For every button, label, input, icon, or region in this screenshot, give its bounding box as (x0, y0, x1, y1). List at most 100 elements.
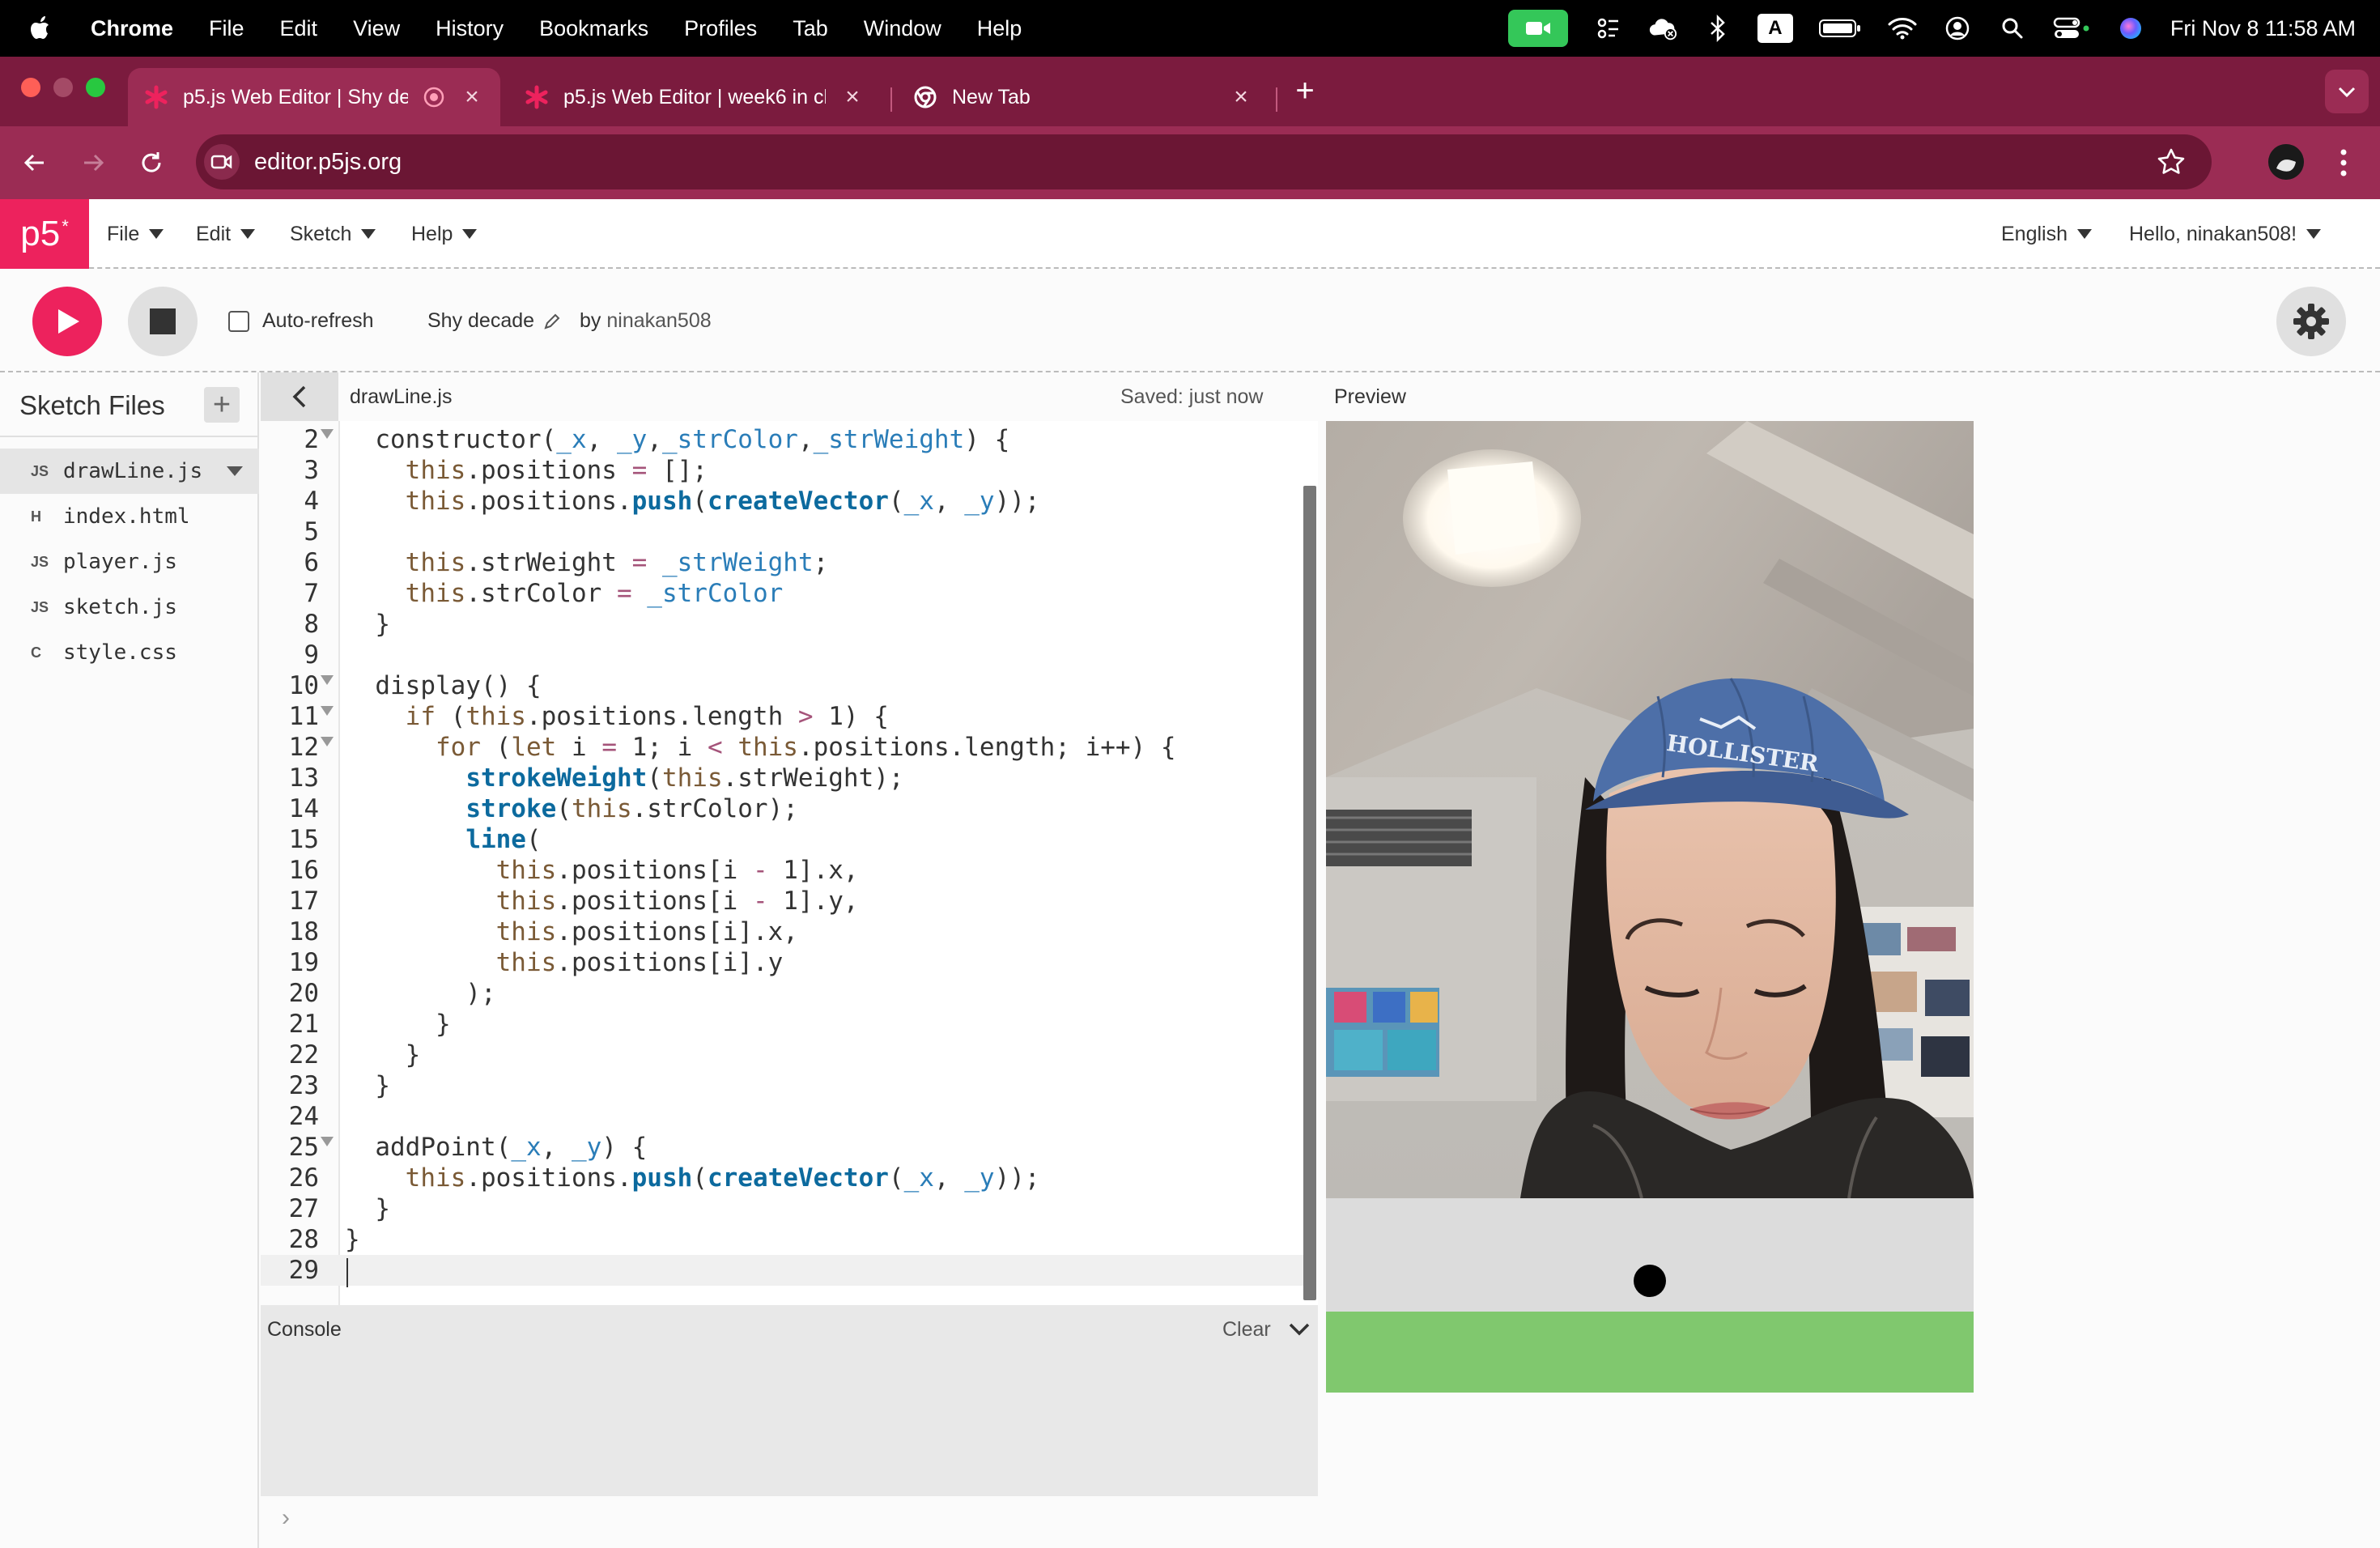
menu-app-chrome[interactable]: Chrome (73, 16, 191, 41)
new-tab-plus-icon[interactable]: + (1286, 71, 1324, 110)
file-item-drawline[interactable]: JS drawLine.js (0, 449, 259, 494)
code-editor[interactable]: 2 constructor(_x, _y,_strColor,_strWeigh… (261, 421, 1318, 1305)
control-icon[interactable] (1592, 13, 1623, 44)
tab-close-icon[interactable]: × (1229, 83, 1253, 110)
file-item-style[interactable]: C style.css (0, 630, 259, 675)
menu-history[interactable]: History (418, 16, 521, 41)
reload-button[interactable] (133, 144, 170, 181)
code-line[interactable]: 28} (261, 1224, 1305, 1255)
code-line[interactable]: 26 this.positions.push(createVector(_x, … (261, 1163, 1305, 1193)
spotlight-icon[interactable] (1997, 13, 2028, 44)
tab-close-icon[interactable]: × (460, 83, 484, 110)
fold-arrow-icon[interactable] (321, 429, 334, 439)
chrome-menu-icon[interactable] (2331, 144, 2356, 181)
sketch-menu[interactable]: Sketch (290, 199, 376, 269)
wifi-icon[interactable] (1887, 13, 1918, 44)
code-line[interactable]: 6 this.strWeight = _strWeight; (261, 547, 1305, 578)
chevron-down-icon[interactable] (1287, 1316, 1311, 1341)
account-menu[interactable]: Hello, ninakan508! (2129, 199, 2322, 269)
collapse-sidebar-button[interactable] (261, 372, 338, 421)
fold-arrow-icon[interactable] (321, 737, 334, 746)
menu-window[interactable]: Window (846, 16, 959, 41)
stop-button[interactable] (128, 287, 198, 356)
url-text[interactable]: editor.p5js.org (254, 149, 402, 176)
code-line[interactable]: 9 (261, 640, 1305, 670)
code-line[interactable]: 8 } (261, 609, 1305, 640)
forward-button[interactable] (74, 144, 112, 181)
console-input[interactable]: › (261, 1496, 1318, 1548)
code-line[interactable]: 2 constructor(_x, _y,_strColor,_strWeigh… (261, 424, 1305, 455)
window-zoom-button[interactable] (86, 78, 105, 97)
profile-avatar[interactable] (2268, 144, 2304, 180)
menu-profiles[interactable]: Profiles (666, 16, 775, 41)
code-line[interactable]: 24 (261, 1101, 1305, 1132)
camera-permission-icon[interactable] (204, 144, 240, 180)
menu-help[interactable]: Help (959, 16, 1040, 41)
file-menu[interactable]: File (107, 199, 164, 269)
file-item-player[interactable]: JS player.js (0, 539, 259, 585)
file-item-sketch[interactable]: JS sketch.js (0, 585, 259, 630)
address-bar[interactable]: editor.p5js.org (196, 134, 2212, 189)
code-line[interactable]: 5 (261, 517, 1305, 547)
code-line[interactable]: 18 this.positions[i].x, (261, 916, 1305, 947)
console-clear-button[interactable]: Clear (1222, 1318, 1271, 1342)
code-line[interactable]: 19 this.positions[i].y (261, 947, 1305, 978)
fold-arrow-icon[interactable] (321, 675, 334, 685)
sketch-name[interactable]: Shy decade (427, 309, 562, 333)
code-line[interactable]: 10 display() { (261, 670, 1305, 701)
window-minimize-button[interactable] (53, 78, 73, 97)
apple-icon[interactable] (24, 12, 57, 45)
sketch-canvas[interactable]: HOLLISTER (1326, 421, 1974, 1393)
code-line[interactable]: 11 if (this.positions.length > 1) { (261, 701, 1305, 732)
bookmark-star-icon[interactable] (2155, 146, 2187, 178)
code-line[interactable]: 22 } (261, 1040, 1305, 1070)
siri-icon[interactable] (2115, 13, 2146, 44)
file-item-index[interactable]: H index.html (0, 494, 259, 539)
menu-view[interactable]: View (335, 16, 418, 41)
battery-icon[interactable] (1817, 13, 1863, 44)
file-options-caret-icon[interactable] (227, 466, 243, 476)
settings-button[interactable] (2276, 287, 2346, 356)
code-line[interactable]: 7 this.strColor = _strColor (261, 578, 1305, 609)
code-line[interactable]: 23 } (261, 1070, 1305, 1101)
code-line[interactable]: 27 } (261, 1193, 1305, 1224)
tab-p5-shy-decade[interactable]: p5.js Web Editor | Shy dec × (128, 68, 500, 126)
fold-arrow-icon[interactable] (321, 706, 334, 716)
keyboard-input-icon[interactable]: A (1757, 14, 1793, 43)
editor-scrollbar[interactable] (1303, 486, 1316, 1300)
p5-logo[interactable]: p5 * (0, 199, 89, 269)
help-menu[interactable]: Help (411, 199, 478, 269)
tab-new-tab[interactable]: New Tab × (897, 68, 1269, 126)
back-button[interactable] (16, 144, 53, 181)
code-line[interactable]: 12 for (let i = 1; i < this.positions.le… (261, 732, 1305, 763)
code-line[interactable]: 13 strokeWeight(this.strWeight); (261, 763, 1305, 793)
user-icon[interactable] (1942, 13, 1973, 44)
bluetooth-icon[interactable] (1702, 13, 1733, 44)
add-file-button[interactable]: + (204, 387, 240, 423)
edit-menu[interactable]: Edit (196, 199, 256, 269)
facetime-icon[interactable] (1507, 10, 1568, 47)
code-line[interactable]: 3 this.positions = []; (261, 455, 1305, 486)
code-line[interactable]: 29 (261, 1255, 1305, 1286)
code-line[interactable]: 17 this.positions[i - 1].y, (261, 886, 1305, 916)
code-line[interactable]: 15 line( (261, 824, 1305, 855)
language-menu[interactable]: English (2001, 199, 2092, 269)
control-center-icon[interactable] (2052, 13, 2091, 44)
tab-p5-week6[interactable]: p5.js Web Editor | week6 in cl × (508, 68, 881, 126)
code-line[interactable]: 14 stroke(this.strColor); (261, 793, 1305, 824)
code-line[interactable]: 25 addPoint(_x, _y) { (261, 1132, 1305, 1163)
menu-bookmarks[interactable]: Bookmarks (521, 16, 666, 41)
window-close-button[interactable] (21, 78, 40, 97)
tab-search-button[interactable] (2325, 70, 2369, 113)
icloud-icon[interactable] (1647, 13, 1678, 44)
menu-file[interactable]: File (191, 16, 262, 41)
menubar-clock[interactable]: Fri Nov 8 11:58 AM (2170, 16, 2356, 41)
menu-tab[interactable]: Tab (775, 16, 846, 41)
author-link[interactable]: ninakan508 (606, 309, 711, 332)
menu-edit[interactable]: Edit (262, 16, 336, 41)
auto-refresh-toggle[interactable]: Auto-refresh (228, 309, 374, 333)
code-line[interactable]: 21 } (261, 1009, 1305, 1040)
code-line[interactable]: 4 this.positions.push(createVector(_x, _… (261, 486, 1305, 517)
auto-refresh-checkbox[interactable] (228, 310, 249, 332)
pencil-icon[interactable] (542, 312, 562, 331)
